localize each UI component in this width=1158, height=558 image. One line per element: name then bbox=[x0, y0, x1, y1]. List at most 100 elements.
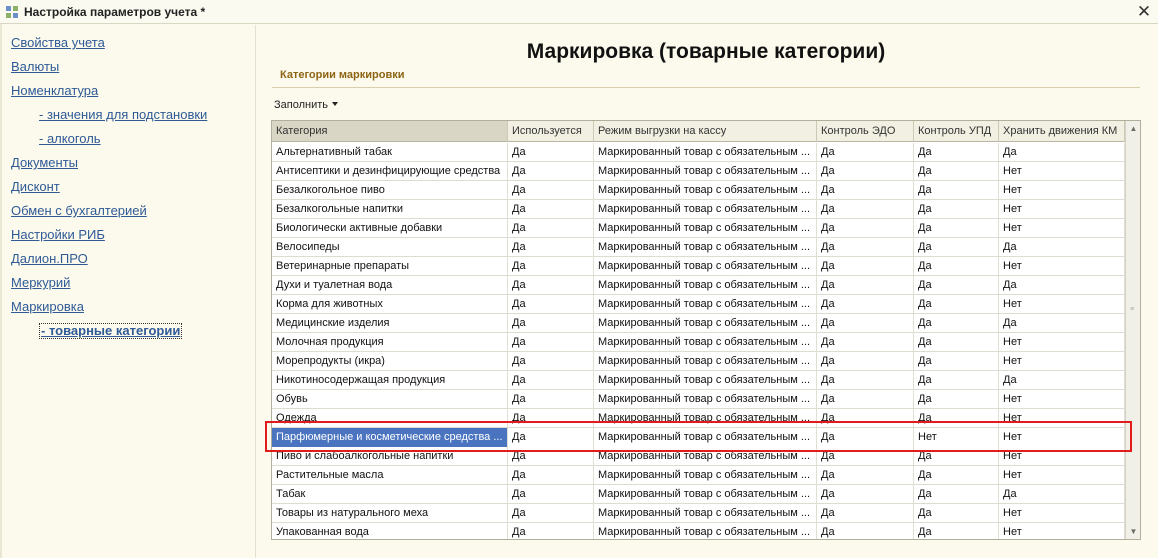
table-cell: Духи и туалетная вода bbox=[272, 276, 508, 295]
table-cell: Да bbox=[817, 523, 914, 539]
table-cell: Да bbox=[914, 200, 999, 219]
sidebar-item-0[interactable]: Свойства учета bbox=[11, 35, 105, 51]
table-cell: Да bbox=[508, 314, 594, 333]
table-cell: Маркированный товар с обязательным ... bbox=[594, 295, 817, 314]
sidebar-item-6[interactable]: Дисконт bbox=[11, 179, 60, 195]
table-cell: Да bbox=[817, 390, 914, 409]
table-cell: Маркированный товар с обязательным ... bbox=[594, 371, 817, 390]
sidebar-item-2[interactable]: Номенклатура bbox=[11, 83, 98, 99]
table-cell: Корма для животных bbox=[272, 295, 508, 314]
sidebar-item-1[interactable]: Валюты bbox=[11, 59, 59, 75]
section-title: Категории маркировки bbox=[280, 69, 405, 81]
table-cell: Да bbox=[508, 162, 594, 181]
close-icon[interactable]: ✕ bbox=[1134, 2, 1154, 22]
categories-table[interactable]: Категория Используется Режим выгрузки на к… bbox=[271, 120, 1141, 540]
table-cell: Да bbox=[817, 181, 914, 200]
table-row[interactable]: Молочная продукция Да Маркированный товар … bbox=[272, 333, 1125, 352]
table-row[interactable]: Ветеринарные препараты Да Маркированный то… bbox=[272, 257, 1125, 276]
table-cell: Да bbox=[508, 333, 594, 352]
table-cell: Да bbox=[817, 371, 914, 390]
table-cell: Нет bbox=[999, 295, 1125, 314]
scroll-grip-icon[interactable]: ≡ bbox=[1130, 306, 1136, 314]
table-row[interactable]: Упакованная вода Да Маркированный товар с … bbox=[272, 523, 1125, 539]
table-cell: Безалкогольные напитки bbox=[272, 200, 508, 219]
table-row[interactable]: Корма для животных Да Маркированный товар … bbox=[272, 295, 1125, 314]
table-row[interactable]: Безалкогольные напитки Да Маркированный то… bbox=[272, 200, 1125, 219]
table-cell: Обувь bbox=[272, 390, 508, 409]
table-row[interactable]: Растительные масла Да Маркированный товар … bbox=[272, 466, 1125, 485]
table-cell: Да bbox=[817, 143, 914, 162]
table-cell: Да bbox=[508, 523, 594, 539]
table-cell: Нет bbox=[999, 352, 1125, 371]
table-row[interactable]: Медицинские изделия Да Маркированный товар… bbox=[272, 314, 1125, 333]
table-cell: Да bbox=[817, 238, 914, 257]
table-cell: Нет bbox=[999, 333, 1125, 352]
table-cell: Маркированный товар с обязательным ... bbox=[594, 257, 817, 276]
table-cell: Нет bbox=[999, 200, 1125, 219]
table-row[interactable]: Духи и туалетная вода Да Маркированный тов… bbox=[272, 276, 1125, 295]
sidebar-item-12[interactable]: - товарные категории bbox=[39, 323, 183, 339]
table-row[interactable]: Альтернативный табак Да Маркированный това… bbox=[272, 143, 1125, 162]
table-cell: Да bbox=[914, 333, 999, 352]
table-cell: Да bbox=[508, 276, 594, 295]
table-row[interactable]: Товары из натурального меха Да Маркированн… bbox=[272, 504, 1125, 523]
sidebar-item-9[interactable]: Далион.ПРО bbox=[11, 251, 88, 267]
table-cell: Да bbox=[914, 219, 999, 238]
table-row[interactable]: Обувь Да Маркированный товар с обязательны… bbox=[272, 390, 1125, 409]
column-header-3[interactable]: Контроль ЭДО bbox=[817, 121, 914, 142]
app-grid-icon bbox=[6, 6, 18, 18]
column-header-1[interactable]: Используется bbox=[508, 121, 594, 142]
sidebar-item-11[interactable]: Маркировка bbox=[11, 299, 84, 315]
scroll-up-icon[interactable]: ▲ bbox=[1126, 121, 1140, 136]
table-cell: Да bbox=[999, 314, 1125, 333]
table-cell: Да bbox=[817, 276, 914, 295]
table-cell: Маркированный товар с обязательным ... bbox=[594, 219, 817, 238]
table-cell: Биологически активные добавки bbox=[272, 219, 508, 238]
table-cell: Да bbox=[914, 295, 999, 314]
vertical-scrollbar[interactable]: ▲ ≡ ▼ bbox=[1125, 121, 1140, 539]
fill-button[interactable]: Заполнить bbox=[274, 99, 339, 111]
table-row[interactable]: Морепродукты (икра) Да Маркированный товар… bbox=[272, 352, 1125, 371]
sidebar-item-10[interactable]: Меркурий bbox=[11, 275, 70, 291]
table-cell: Медицинские изделия bbox=[272, 314, 508, 333]
table-cell: Маркированный товар с обязательным ... bbox=[594, 466, 817, 485]
sidebar-item-8[interactable]: Настройки РИБ bbox=[11, 227, 105, 243]
column-header-4[interactable]: Контроль УПД bbox=[914, 121, 999, 142]
table-cell: Да bbox=[508, 143, 594, 162]
table-cell: Да bbox=[999, 371, 1125, 390]
table-cell: Маркированный товар с обязательным ... bbox=[594, 162, 817, 181]
table-row[interactable]: Безалкогольное пиво Да Маркированный товар… bbox=[272, 181, 1125, 200]
sidebar-item-7[interactable]: Обмен с бухгалтерией bbox=[11, 203, 147, 219]
table-cell: Антисептики и дезинфицирующие средства bbox=[272, 162, 508, 181]
table-cell: Да bbox=[914, 371, 999, 390]
dropdown-arrow-icon bbox=[332, 102, 339, 106]
table-row[interactable]: Биологически активные добавки Да Маркирова… bbox=[272, 219, 1125, 238]
table-row[interactable]: Никотиносодержащая продукция Да Маркирован… bbox=[272, 371, 1125, 390]
scroll-down-icon[interactable]: ▼ bbox=[1126, 524, 1140, 539]
sidebar-item-4[interactable]: - алкоголь bbox=[39, 131, 101, 147]
table-cell: Да bbox=[914, 238, 999, 257]
table-cell: Никотиносодержащая продукция bbox=[272, 371, 508, 390]
table-cell: Да bbox=[914, 485, 999, 504]
table-cell: Альтернативный табак bbox=[272, 143, 508, 162]
column-header-0[interactable]: Категория bbox=[272, 121, 508, 142]
table-cell: Да bbox=[508, 371, 594, 390]
table-cell: Да bbox=[508, 181, 594, 200]
table-cell: Маркированный товар с обязательным ... bbox=[594, 238, 817, 257]
column-header-5[interactable]: Хранить движения КМ bbox=[999, 121, 1125, 142]
sidebar-item-5[interactable]: Документы bbox=[11, 155, 78, 171]
table-cell: Да bbox=[999, 485, 1125, 504]
table-row[interactable]: Антисептики и дезинфицирующие средства Да… bbox=[272, 162, 1125, 181]
selected-row-highlight-box bbox=[265, 421, 1132, 452]
table-cell: Да bbox=[817, 219, 914, 238]
table-cell: Ветеринарные препараты bbox=[272, 257, 508, 276]
sidebar-item-3[interactable]: - значения для подстановки bbox=[39, 107, 207, 123]
table-cell: Нет bbox=[999, 162, 1125, 181]
table-row[interactable]: Табак Да Маркированный товар с обязательны… bbox=[272, 485, 1125, 504]
table-row[interactable]: Велосипеды Да Маркированный товар с обязат… bbox=[272, 238, 1125, 257]
column-header-2[interactable]: Режим выгрузки на кассу bbox=[594, 121, 817, 142]
table-cell: Да bbox=[817, 352, 914, 371]
table-cell: Да bbox=[508, 257, 594, 276]
table-cell: Маркированный товар с обязательным ... bbox=[594, 143, 817, 162]
table-cell: Маркированный товар с обязательным ... bbox=[594, 352, 817, 371]
